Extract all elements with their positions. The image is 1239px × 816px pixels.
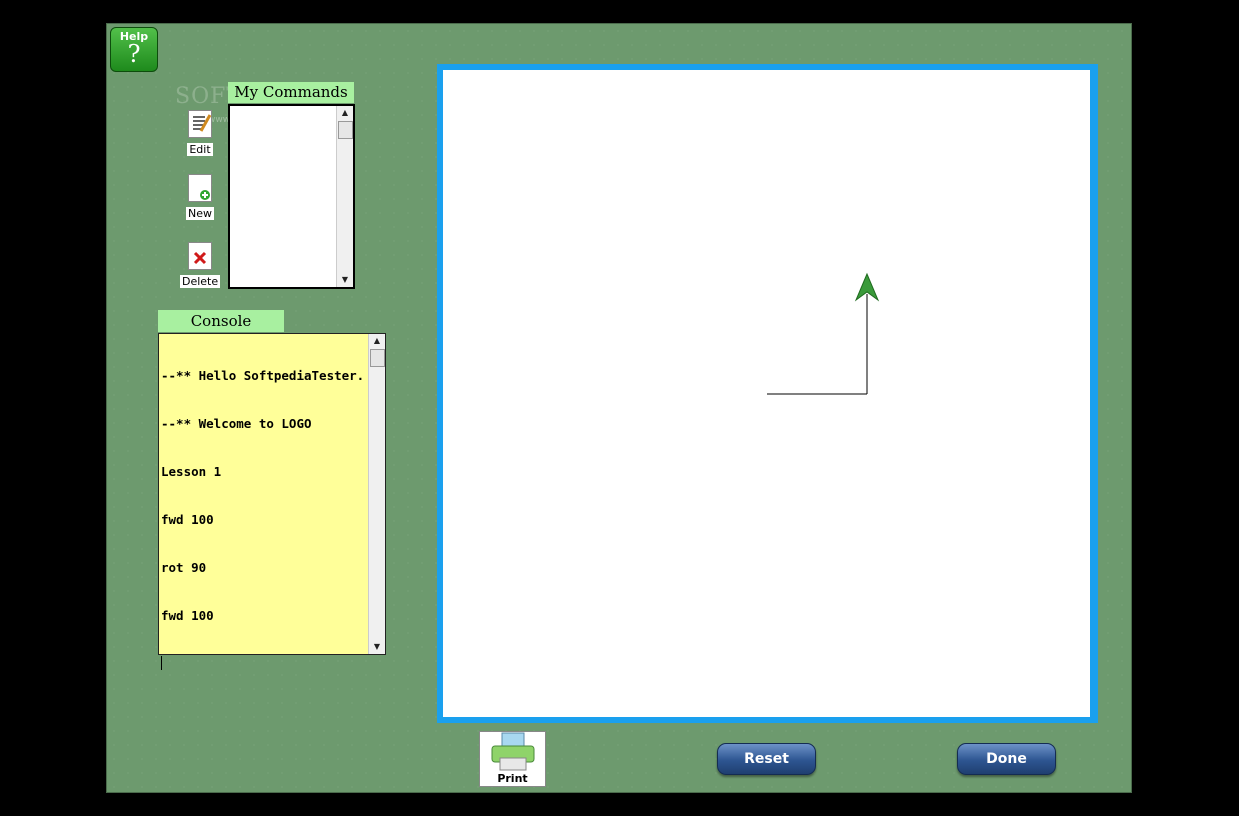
my-commands-header: My Commands	[228, 82, 354, 103]
console-line: fwd 100	[161, 512, 214, 527]
console-line: --** Welcome to LOGO	[161, 416, 312, 431]
console-line: --** Hello SoftpediaTester...	[161, 368, 367, 383]
new-button[interactable]: New	[180, 174, 220, 221]
drawing-canvas[interactable]	[443, 70, 1090, 717]
text-caret	[161, 656, 162, 670]
scroll-up-icon[interactable]: ▲	[337, 106, 353, 120]
console-textarea[interactable]: --** Hello SoftpediaTester... --** Welco…	[158, 333, 386, 670]
help-button[interactable]: Help ?	[110, 27, 158, 72]
edit-label: Edit	[187, 143, 213, 156]
new-label: New	[186, 207, 214, 220]
console-lines: --** Hello SoftpediaTester... --** Welco…	[161, 336, 367, 702]
scroll-thumb[interactable]	[338, 121, 353, 139]
done-button[interactable]: Done	[957, 743, 1056, 775]
delete-label: Delete	[180, 275, 221, 288]
console-line: Lesson 1	[161, 464, 222, 479]
drawing-canvas-frame	[437, 64, 1098, 723]
scroll-up-icon[interactable]: ▲	[369, 334, 385, 348]
edit-button[interactable]: Edit	[180, 110, 220, 157]
printer-icon	[491, 732, 534, 771]
turtle-drawing	[767, 272, 880, 395]
console-line: rot 90	[161, 560, 207, 575]
scroll-down-icon[interactable]: ▼	[369, 640, 385, 654]
question-icon: ?	[127, 40, 141, 68]
my-commands-list[interactable]: ▲ ▼	[228, 104, 355, 289]
console-scrollbar[interactable]: ▲ ▼	[368, 334, 385, 654]
print-label: Print	[497, 772, 528, 785]
scroll-thumb[interactable]	[370, 349, 385, 367]
reset-button[interactable]: Reset	[717, 743, 816, 775]
console-header: Console	[158, 310, 284, 332]
edit-document-icon	[188, 110, 212, 138]
print-button[interactable]: Print	[479, 731, 546, 787]
delete-button[interactable]: Delete	[180, 242, 221, 289]
new-document-icon	[188, 174, 212, 202]
delete-document-icon	[188, 242, 212, 270]
console-line: fwd 100	[161, 608, 214, 623]
my-commands-scrollbar[interactable]: ▲ ▼	[336, 106, 353, 287]
scroll-down-icon[interactable]: ▼	[337, 273, 353, 287]
